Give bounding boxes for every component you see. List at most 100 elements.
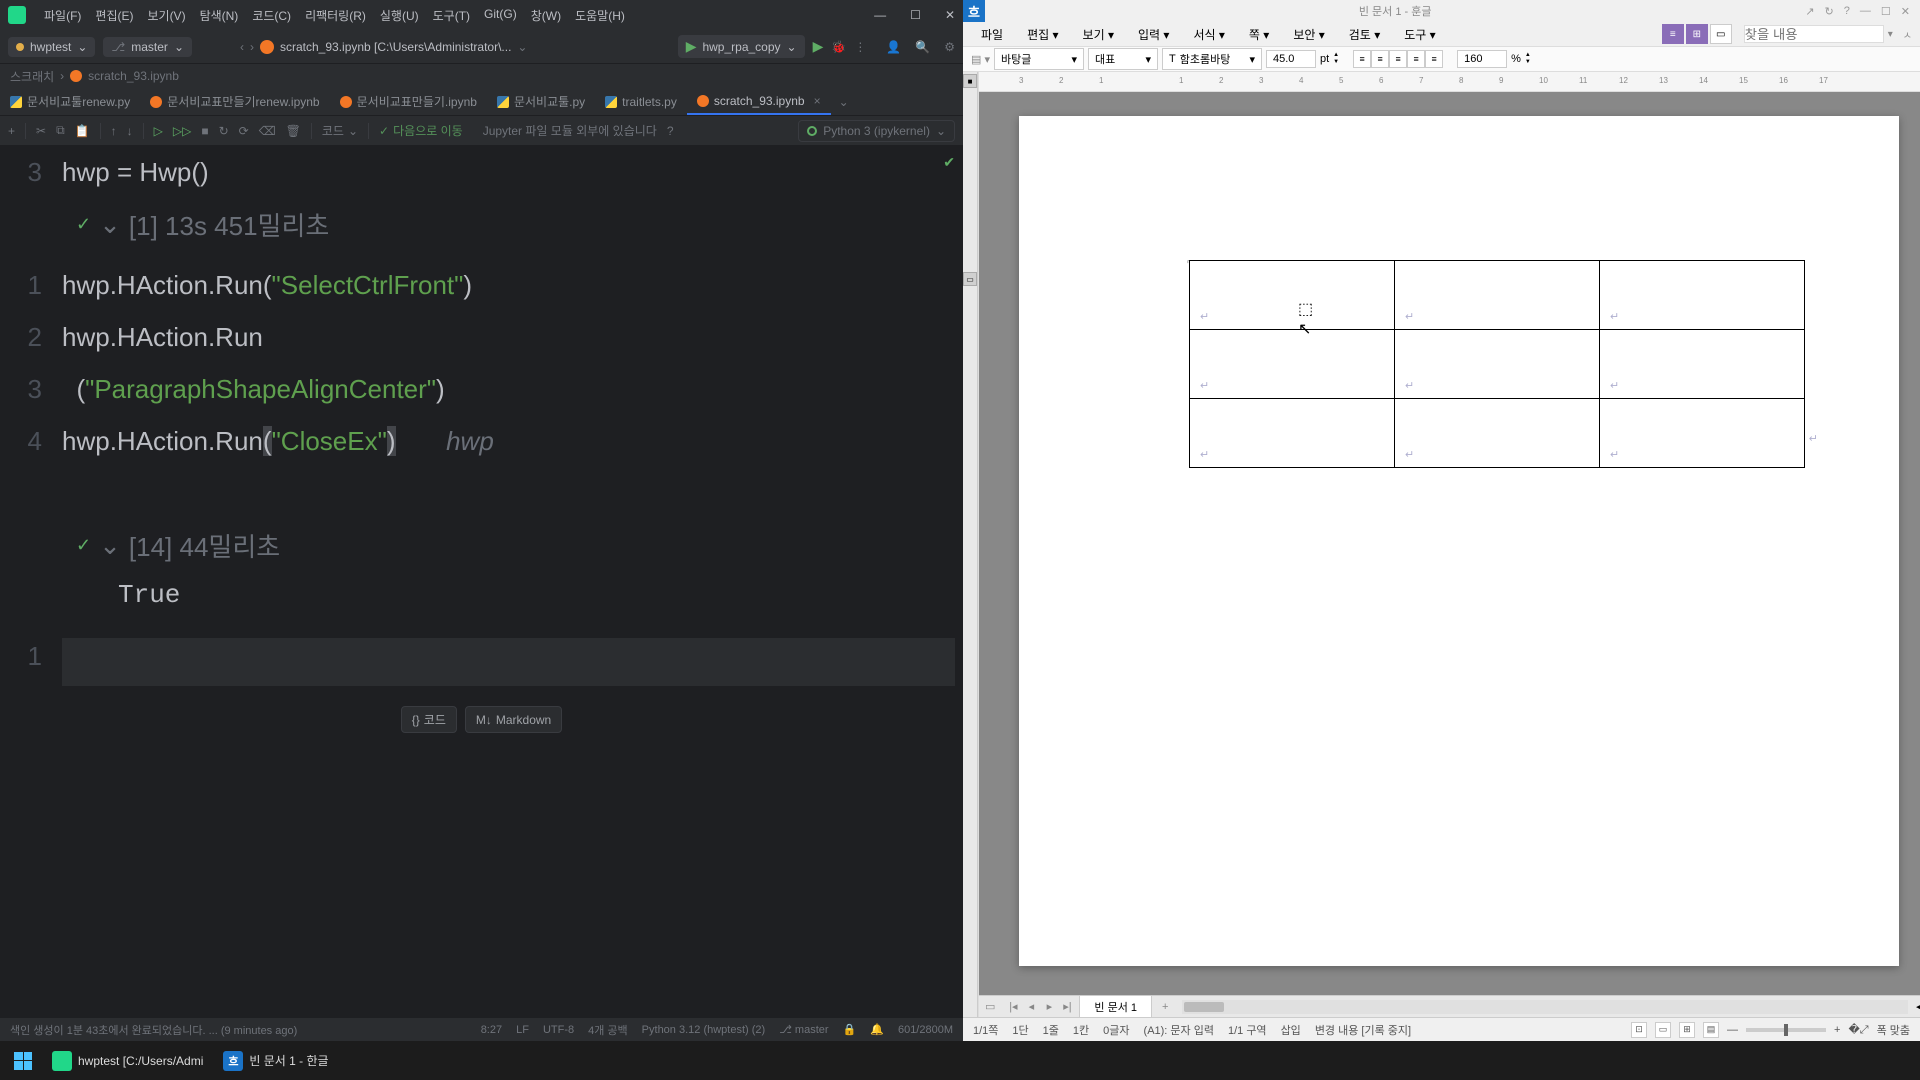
horizontal-scrollbar[interactable] [1182,1000,1908,1014]
tab-file-4[interactable]: traitlets.py [595,90,687,114]
char-count[interactable]: 0글자 [1103,1022,1129,1038]
branch-dropdown[interactable]: ⎇ master ⌄ [103,37,192,57]
document-table[interactable]: ↵ ⬚↖ ↵ ↵ ↵ ↵ ↵ [1189,260,1805,468]
close-icon[interactable]: ✕ [945,8,955,22]
spacing-spinner[interactable]: ▲▼ [1525,52,1531,66]
menu-format[interactable]: 서식 ▾ [1183,23,1234,46]
align-distribute-button[interactable]: ≡ [1425,50,1443,68]
table-cell[interactable]: ↵↵ [1600,399,1805,468]
menu-run[interactable]: 실행(U) [374,3,425,28]
column-indicator[interactable]: 1칸 [1073,1022,1089,1038]
menu-page[interactable]: 쪽 ▾ [1239,23,1279,46]
last-page-icon[interactable]: ▸| [1059,1000,1075,1013]
login-icon[interactable]: ↗ [1805,5,1814,18]
table-cell[interactable]: ↵ ⬚↖ [1190,261,1395,330]
horizontal-ruler[interactable]: 3 2 1 1 2 3 4 5 6 7 8 9 10 11 12 13 14 [979,72,1920,92]
run-config-dropdown[interactable]: ▶ hwp_rpa_copy ⌄ [678,35,805,58]
menu-view[interactable]: 보기 ▾ [1073,23,1124,46]
rep-dropdown[interactable]: 대표▾ [1088,48,1158,70]
sync-icon[interactable]: ↻ [1825,5,1834,18]
project-dropdown[interactable]: hwptest ⌄ [8,37,95,57]
zoom-in-button[interactable]: + [1834,1024,1840,1036]
menu-edit[interactable]: 편집 ▾ [1017,23,1068,46]
help-icon[interactable]: ? [1844,5,1850,18]
move-down-button[interactable]: ↓ [127,124,133,138]
maximize-icon[interactable]: ☐ [1881,5,1891,18]
no-problems-icon[interactable]: ✔ [943,154,955,171]
code-with-me-icon[interactable]: 👤 [886,40,901,54]
menu-git[interactable]: Git(G) [478,3,523,28]
current-file-path[interactable]: ‹ › scratch_93.ipynb [C:\Users\Administr… [200,40,527,54]
close-icon[interactable]: ✕ [1901,5,1910,18]
add-document-tab-button[interactable]: + [1152,998,1178,1016]
cursor-position[interactable]: 8:27 [481,1024,502,1036]
page-indicator[interactable]: 1/1쪽 [973,1022,998,1038]
menu-file[interactable]: 파일 [971,23,1013,46]
add-cell-button[interactable]: + [8,124,15,138]
minimize-icon[interactable]: — [874,8,886,22]
table-cell[interactable]: ↵ [1600,330,1805,399]
insert-mode[interactable]: 삽입 [1281,1022,1301,1038]
empty-code-cell[interactable] [62,638,955,686]
document-viewport[interactable]: ⌐ ↵ ⬚↖ ↵ ↵ ↵ ↵ [979,92,1920,995]
align-justify-button[interactable]: ≡ [1407,50,1425,68]
document-page[interactable]: ⌐ ↵ ⬚↖ ↵ ↵ ↵ ↵ [1019,116,1899,966]
notifications-icon[interactable]: 🔔 [870,1023,884,1036]
section-indicator[interactable]: 1/1 구역 [1228,1022,1267,1038]
minimize-icon[interactable]: — [1860,5,1871,18]
table-cell[interactable]: ↵ [1600,261,1805,330]
cell-output-meta[interactable]: ✓⌄[14] 44밀리초 [0,519,963,572]
kernel-selector[interactable]: Python 3 (ipykernel) ⌄ [798,120,955,142]
search-dropdown-icon[interactable]: ▾ [1888,29,1893,40]
taskbar-hangul[interactable]: 흐 빈 문서 1 - 한글 [215,1045,336,1077]
table-cell[interactable]: ↵ [1190,330,1395,399]
start-button[interactable] [6,1045,40,1077]
code-line[interactable]: hwp = Hwp() [58,146,963,198]
menu-help[interactable]: 도움말(H) [569,3,631,28]
taskbar-pycharm[interactable]: hwptest [C:/Users/Admi [44,1045,211,1077]
line-ending[interactable]: LF [516,1024,529,1036]
cut-button[interactable]: ✂ [36,124,46,138]
font-dropdown[interactable]: T함초롬바탕▾ [1162,48,1262,70]
clear-output-button[interactable]: ⌫ [259,124,276,138]
menu-security[interactable]: 보안 ▾ [1283,23,1334,46]
zoom-slider-thumb[interactable] [1784,1024,1788,1036]
tabbar-menu-icon[interactable]: ▭ [979,1000,1001,1013]
tab-file-2[interactable]: 문서비교표만들기.ipynb [330,88,487,115]
sidebar-btn-2[interactable]: ▭ [963,272,977,286]
tabs-overflow-icon[interactable]: ⌄ [831,95,857,109]
breadcrumb-item[interactable]: 스크래치 [10,68,54,85]
view-icon-3[interactable]: ⊞ [1679,1022,1695,1038]
view-icon-1[interactable]: ⊡ [1631,1022,1647,1038]
close-tab-icon[interactable]: × [814,94,821,108]
menu-edit[interactable]: 편집(E) [89,3,139,28]
line-indicator[interactable]: 1줄 [1043,1022,1059,1038]
help-icon[interactable]: ? [667,124,674,138]
menu-view[interactable]: 보기(V) [141,3,191,28]
cell-type-dropdown[interactable]: 코드⌄ [322,122,358,139]
document-tab[interactable]: 빈 문서 1 [1079,995,1152,1018]
search-input[interactable] [1744,25,1884,43]
toolbar-chevron-icon[interactable]: ㅅ [1903,27,1912,42]
input-mode[interactable]: (A1): 문자 입력 [1144,1022,1214,1038]
git-branch-status[interactable]: ⎇ master [779,1023,828,1036]
tab-file-3[interactable]: 문서비교툴.py [487,88,595,115]
restart-button[interactable]: ↻ [219,124,229,138]
maximize-icon[interactable]: ☐ [910,8,921,22]
paragraph-indicator[interactable]: 1단 [1012,1022,1028,1038]
menu-input[interactable]: 입력 ▾ [1128,23,1179,46]
settings-icon[interactable]: ⚙ [944,40,955,54]
encoding[interactable]: UTF-8 [543,1024,574,1036]
style-dropdown[interactable]: 바탕글▾ [994,48,1084,70]
code-cell[interactable]: hwp.HAction.Run("SelectCtrlFront") hwp.H… [58,259,963,519]
menu-code[interactable]: 코드(C) [246,3,297,28]
run-cell-button[interactable]: ▷ [154,124,163,138]
stop-button[interactable]: ■ [201,124,208,138]
interpreter[interactable]: Python 3.12 (hwptest) (2) [642,1024,766,1036]
notebook-editor[interactable]: ✔ 3 hwp = Hwp() ✓⌄[1] 13s 451밀리초 1 2 3 4… [0,146,963,1017]
cell-output-meta[interactable]: ✓⌄[1] 13s 451밀리초 [0,198,963,251]
table-cell[interactable]: ↵ [1395,330,1600,399]
restart-run-button[interactable]: ⟳ [239,124,249,138]
align-right-button[interactable]: ≡ [1389,50,1407,68]
indent-setting[interactable]: 4개 공백 [588,1022,628,1038]
